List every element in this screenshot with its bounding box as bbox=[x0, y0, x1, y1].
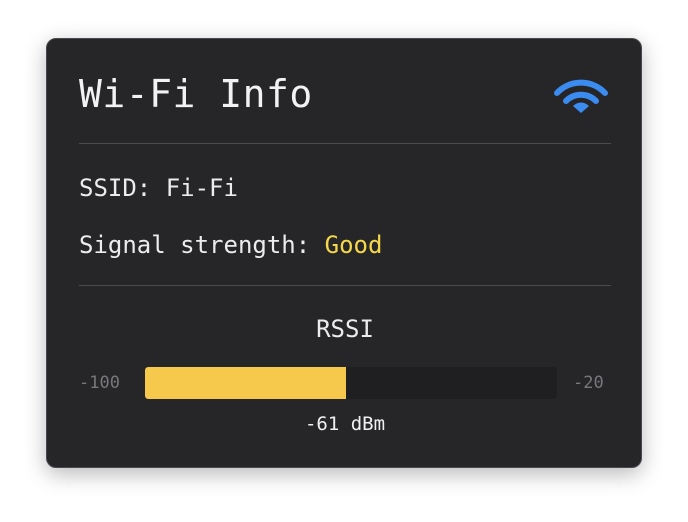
rssi-meter-fill bbox=[145, 367, 346, 399]
rssi-meter bbox=[145, 367, 557, 399]
rssi-min-label: -100 bbox=[79, 373, 120, 393]
panel-title: Wi-Fi Info bbox=[79, 72, 313, 116]
rssi-heading: RSSI bbox=[316, 315, 374, 343]
signal-strength-row: Signal strength: Good bbox=[79, 228, 382, 262]
ssid-label: SSID: bbox=[79, 174, 166, 202]
ssid-value: Fi-Fi bbox=[165, 174, 238, 202]
wifi-icon bbox=[554, 79, 608, 113]
wifi-info-panel: Wi-Fi Info SSID: Fi-Fi Signal strength: … bbox=[46, 38, 642, 468]
rssi-reading: -61 dBm bbox=[304, 413, 386, 435]
signal-strength-label: Signal strength: bbox=[79, 231, 325, 259]
signal-strength-value: Good bbox=[324, 231, 383, 259]
rssi-max-label: -20 bbox=[573, 373, 604, 393]
ssid-row: SSID: Fi-Fi bbox=[79, 171, 238, 205]
header-divider bbox=[79, 143, 611, 144]
section-divider bbox=[79, 285, 611, 286]
